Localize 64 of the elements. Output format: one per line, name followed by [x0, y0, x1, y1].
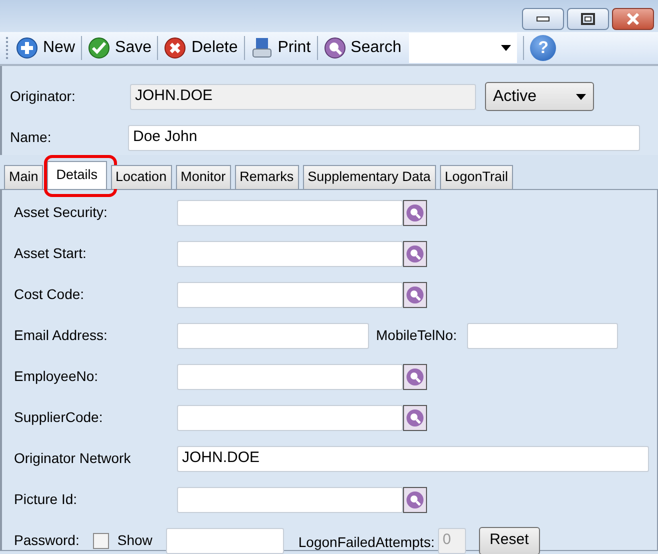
field-label: Name:	[10, 128, 52, 147]
printer-icon	[250, 37, 273, 59]
lookup-button[interactable]	[403, 364, 427, 390]
lookup-button[interactable]	[403, 486, 427, 512]
input-field[interactable]: JOHN.DOE	[177, 446, 649, 472]
search-button[interactable]: Search	[320, 33, 406, 63]
print-button[interactable]: Print	[246, 33, 315, 63]
field-label: SupplierCode:	[14, 408, 104, 427]
magnifier-icon	[406, 408, 424, 426]
lookup-button[interactable]	[403, 200, 427, 226]
save-button[interactable]: Save	[84, 33, 156, 63]
reset-button[interactable]: Reset	[478, 526, 540, 554]
plus-icon	[16, 37, 38, 59]
magnifier-icon	[406, 244, 424, 262]
minimize-icon	[536, 16, 550, 22]
restore-icon	[580, 12, 596, 26]
password-field[interactable]	[166, 528, 284, 554]
input-field[interactable]	[177, 486, 403, 512]
checkbox-label: Show	[117, 531, 152, 550]
field-label: Cost Code:	[14, 285, 86, 304]
field-label: MobileTelNo:	[376, 326, 457, 345]
minimize-button[interactable]	[522, 8, 564, 30]
tab[interactable]: LogonTrail	[440, 165, 513, 189]
delete-button[interactable]: Delete	[160, 33, 242, 63]
input-field[interactable]	[177, 322, 369, 348]
close-button[interactable]	[612, 8, 654, 30]
field-label: Picture Id:	[14, 490, 78, 509]
restore-button[interactable]	[567, 8, 609, 30]
field-label: Originator Network	[14, 449, 132, 468]
originator-field[interactable]: JOHN.DOE	[130, 84, 476, 110]
status-dropdown[interactable]: Active	[485, 82, 594, 111]
field-label: Asset Start:	[14, 244, 88, 263]
lookup-button[interactable]	[403, 282, 427, 308]
field-label: Email Address:	[14, 326, 108, 345]
magnifier-icon	[406, 368, 424, 386]
input-field[interactable]	[466, 322, 618, 348]
magnifier-icon	[324, 37, 346, 59]
tab[interactable]: Details	[47, 161, 107, 189]
input-field[interactable]	[177, 240, 403, 266]
lookup-button[interactable]	[403, 404, 427, 430]
input-field[interactable]	[177, 364, 403, 390]
field-label: Originator:	[10, 87, 76, 106]
field-label: Password:	[14, 531, 80, 550]
lookup-button[interactable]	[403, 240, 427, 266]
delete-icon	[164, 37, 186, 59]
magnifier-icon	[406, 490, 424, 508]
input-field[interactable]	[177, 200, 403, 226]
check-icon	[88, 37, 110, 59]
new-button[interactable]: New	[12, 33, 80, 63]
field-label: EmployeeNo:	[14, 367, 100, 386]
input-field[interactable]	[177, 404, 403, 430]
magnifier-icon	[406, 204, 424, 222]
tab[interactable]: Supplementary Data	[302, 165, 436, 189]
tab[interactable]: Remarks	[234, 165, 299, 189]
magnifier-icon	[406, 286, 424, 304]
input-field[interactable]	[177, 282, 403, 308]
checkbox[interactable]	[93, 532, 110, 548]
field-label: Asset Security:	[14, 203, 108, 222]
tab[interactable]: Location	[110, 165, 172, 189]
field-label: LogonFailedAttempts:	[298, 533, 435, 552]
tab[interactable]: Main	[4, 165, 44, 189]
name-field[interactable]: Doe John	[128, 124, 640, 150]
close-icon	[625, 12, 641, 26]
tab[interactable]: Monitor	[176, 165, 231, 189]
